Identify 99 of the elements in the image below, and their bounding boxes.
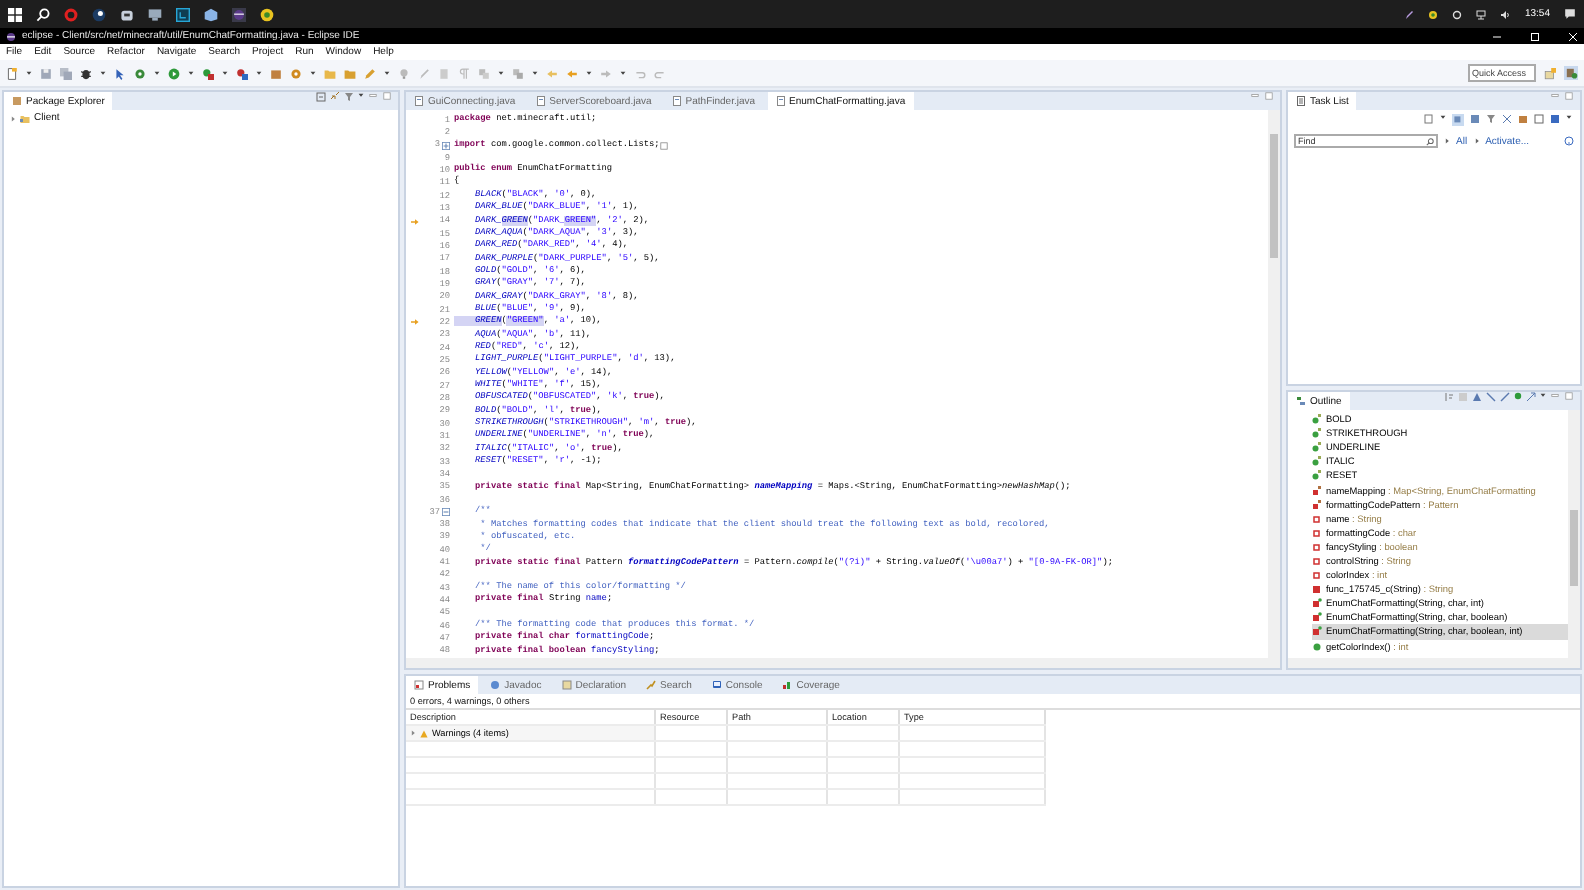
- package-icon[interactable]: [270, 67, 282, 79]
- caret-icon[interactable]: [1540, 392, 1546, 398]
- caret-icon[interactable]: [384, 70, 390, 76]
- cursor-icon[interactable]: [114, 67, 126, 79]
- gear-icon[interactable]: [134, 67, 146, 79]
- arrow-icon: [410, 217, 420, 226]
- caret-icon[interactable]: [620, 70, 626, 76]
- link-icon[interactable]: [330, 92, 340, 102]
- problems-icon: [414, 680, 424, 690]
- minimize-icon[interactable]: [1550, 392, 1560, 400]
- pen-icon[interactable]: [1404, 9, 1415, 19]
- outline-icon: [1296, 396, 1306, 406]
- caret-icon[interactable]: [310, 70, 316, 76]
- caret-icon[interactable]: [188, 70, 194, 76]
- enum-constant-icon: [1312, 442, 1322, 453]
- scrollbar[interactable]: [1568, 410, 1580, 658]
- speaker-icon[interactable]: [1500, 9, 1511, 19]
- new-task-icon[interactable]: [1424, 114, 1434, 124]
- enum-constant-icon: [1312, 470, 1322, 481]
- constructor-icon: [1312, 598, 1322, 609]
- wheel-icon[interactable]: [92, 7, 106, 21]
- java-perspective-icon[interactable]: [1564, 66, 1578, 80]
- close-icon[interactable]: [1568, 31, 1578, 41]
- collapse-icon[interactable]: [442, 508, 450, 517]
- ball-icon[interactable]: [1428, 9, 1439, 19]
- cube-icon[interactable]: [204, 7, 218, 21]
- hide-nonpublic-icon[interactable]: [1486, 392, 1496, 402]
- monitor-icon[interactable]: [148, 7, 162, 21]
- chart-icon: [782, 680, 793, 690]
- constructor-icon: [1312, 626, 1322, 637]
- caret-icon[interactable]: [586, 70, 592, 76]
- square-icon[interactable]: [176, 7, 190, 21]
- horizontal-scrollbar[interactable]: [406, 658, 1280, 668]
- expand-icon[interactable]: [442, 141, 450, 150]
- bug-icon[interactable]: [80, 67, 92, 79]
- circle-icon[interactable]: [1452, 9, 1463, 19]
- windows-icon[interactable]: [8, 7, 22, 21]
- filter-icon[interactable]: [344, 92, 354, 102]
- link-icon[interactable]: [1526, 392, 1536, 402]
- warning-icon: [420, 729, 428, 737]
- minimize-icon[interactable]: [368, 92, 378, 100]
- caret-icon[interactable]: [100, 70, 106, 76]
- minimize-icon[interactable]: [1250, 92, 1260, 100]
- method-icon: [1312, 584, 1322, 595]
- arrow-icon: [410, 318, 420, 327]
- caret-icon[interactable]: [154, 70, 160, 76]
- constructor-icon: [1312, 612, 1322, 623]
- ring-icon[interactable]: [64, 7, 78, 21]
- new-file-icon[interactable]: [6, 67, 18, 79]
- static-field-icon: [1312, 499, 1322, 510]
- help-icon[interactable]: [1564, 136, 1574, 146]
- search-icon[interactable]: [36, 7, 50, 21]
- minimize-icon[interactable]: [1492, 31, 1502, 41]
- enum-constant-icon: [1312, 428, 1322, 439]
- caret-icon[interactable]: [256, 70, 262, 76]
- hide-static-icon[interactable]: [1472, 392, 1482, 402]
- caret-icon[interactable]: [26, 70, 32, 76]
- java-file-icon: [775, 96, 786, 106]
- ball-icon[interactable]: [260, 7, 274, 21]
- caret-icon[interactable]: [222, 70, 228, 76]
- save-icon[interactable]: [40, 67, 52, 79]
- task-list-icon: [1296, 96, 1306, 106]
- enum-constant-icon: [1312, 414, 1322, 425]
- horizontal-scrollbar[interactable]: [1288, 658, 1580, 668]
- dot-icon: [1514, 392, 1522, 400]
- caret-icon[interactable]: [358, 92, 364, 98]
- search-icon: [1426, 137, 1434, 145]
- lamp-icon[interactable]: [398, 67, 410, 79]
- hide-local-icon[interactable]: [1500, 392, 1510, 402]
- enum-constant-icon: [1312, 456, 1322, 467]
- info-icon: [490, 680, 501, 690]
- sphere-icon[interactable]: [232, 7, 246, 21]
- open-perspective-icon[interactable]: [1544, 67, 1556, 79]
- java-file-icon: [414, 96, 424, 106]
- scrollbar[interactable]: [1268, 110, 1280, 658]
- package-icon: [12, 96, 22, 106]
- annotation-icon[interactable]: [512, 67, 524, 79]
- stack-icon[interactable]: [236, 67, 248, 79]
- pencil-icon[interactable]: [364, 67, 376, 79]
- caret-icon[interactable]: [1440, 114, 1446, 120]
- public-method-icon: [1312, 641, 1322, 652]
- document-icon: [561, 680, 572, 690]
- robot-icon[interactable]: [120, 7, 134, 21]
- filter-icon[interactable]: [1486, 114, 1496, 124]
- project-icon: [20, 113, 30, 123]
- java-file-icon: [535, 96, 546, 106]
- minimize-icon[interactable]: [1550, 92, 1560, 100]
- stack-icon[interactable]: [202, 67, 214, 79]
- java-file-icon: [671, 96, 682, 106]
- network-icon[interactable]: [1476, 9, 1487, 19]
- static-field-icon: [1312, 485, 1322, 496]
- play-icon[interactable]: [168, 67, 180, 79]
- caret-icon[interactable]: [532, 70, 538, 76]
- save-all-icon[interactable]: [60, 67, 72, 79]
- caret-icon[interactable]: [498, 70, 504, 76]
- notification-icon[interactable]: [1564, 8, 1576, 20]
- folded-code-icon[interactable]: [659, 141, 668, 150]
- gear-icon[interactable]: [290, 67, 302, 79]
- caret-icon[interactable]: [1566, 114, 1572, 120]
